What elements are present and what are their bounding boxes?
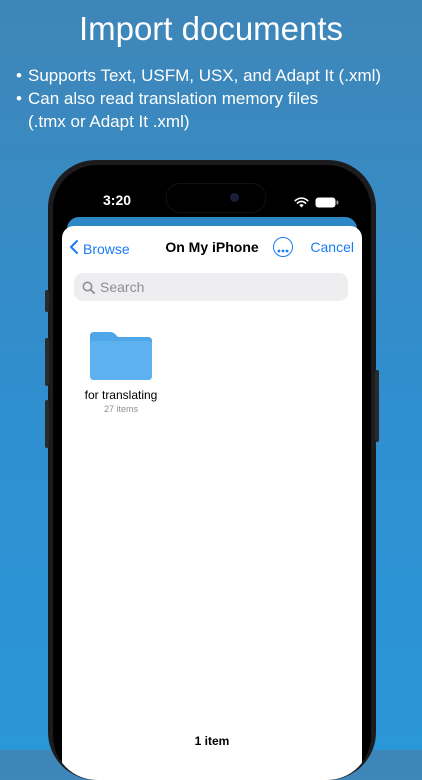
bullet-item: • Supports Text, USFM, USX, and Adapt It… bbox=[16, 64, 416, 87]
folder-name: for translating bbox=[84, 388, 158, 402]
phone-screen: 3:20 Browse On My iPhone Cancel Search f… bbox=[53, 165, 371, 780]
status-indicators bbox=[294, 193, 339, 212]
volume-up-button bbox=[45, 338, 49, 386]
camera-icon bbox=[230, 193, 239, 202]
search-icon bbox=[82, 281, 95, 294]
promo-bullets: • Supports Text, USFM, USX, and Adapt It… bbox=[16, 64, 416, 133]
navigation-bar: Browse On My iPhone Cancel bbox=[62, 226, 362, 270]
phone-frame: 3:20 Browse On My iPhone Cancel Search f… bbox=[45, 160, 379, 780]
status-time: 3:20 bbox=[103, 192, 132, 208]
bullet-item: • Can also read translation memory files bbox=[16, 87, 416, 110]
search-placeholder: Search bbox=[100, 279, 145, 295]
bullet-text: Can also read translation memory files bbox=[28, 89, 319, 108]
cancel-button[interactable]: Cancel bbox=[310, 239, 354, 255]
item-count-label: 1 item bbox=[194, 734, 230, 748]
folder-icon bbox=[88, 332, 154, 386]
battery-icon bbox=[315, 193, 339, 212]
wifi-icon bbox=[294, 193, 309, 212]
ellipsis-circle-icon bbox=[277, 238, 289, 257]
search-input[interactable]: Search bbox=[74, 273, 348, 301]
folder-item[interactable]: for translating 27 items bbox=[76, 330, 166, 414]
folder-item-count: 27 items bbox=[103, 404, 138, 414]
document-picker-sheet: Browse On My iPhone Cancel Search for tr… bbox=[62, 226, 362, 780]
side-button bbox=[45, 290, 49, 312]
volume-down-button bbox=[45, 400, 49, 448]
promo-headline: Import documents bbox=[78, 10, 344, 47]
bullet-text: Supports Text, USFM, USX, and Adapt It (… bbox=[28, 66, 382, 85]
more-options-button[interactable] bbox=[273, 237, 293, 257]
bullet-continuation: (.tmx or Adapt It .xml) bbox=[28, 112, 190, 131]
bullet-dot: • bbox=[16, 89, 22, 108]
power-button bbox=[375, 370, 379, 442]
dynamic-island bbox=[166, 183, 266, 213]
bullet-dot: • bbox=[16, 66, 22, 85]
